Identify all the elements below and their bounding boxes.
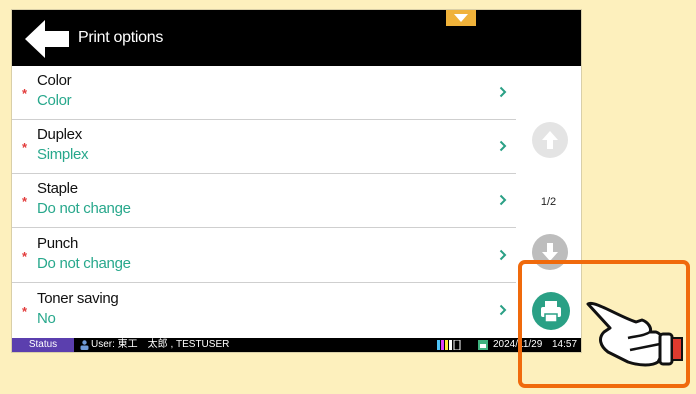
page-title: Print options [78,29,164,46]
menu-tab-button[interactable] [446,10,476,26]
back-arrow-icon [25,20,69,58]
user-info: User: 東工 太郎 , TESTUSER [91,339,230,350]
chevron-right-icon [499,194,507,206]
user-icon [80,340,89,350]
option-value: Do not change [37,255,131,272]
pointing-hand-icon [586,301,683,367]
back-button[interactable] [25,20,71,58]
chevron-right-icon [499,304,507,316]
device-screen: Print options * Color Color * Duplex Sim… [12,10,581,352]
option-row-punch[interactable]: * Punch Do not change [12,229,516,283]
required-mark: * [22,304,28,319]
options-list: * Color Color * Duplex Simplex * Staple … [12,66,516,338]
option-row-color[interactable]: * Color Color [12,66,516,120]
required-mark: * [22,86,28,101]
status-bar: Status User: 東工 太郎 , TESTUSER 2024/11/29… [12,338,581,352]
page-indicator: 1/2 [540,196,557,208]
option-name: Duplex [37,126,82,143]
required-mark: * [22,249,28,264]
option-row-toner-saving[interactable]: * Toner saving No [12,284,516,337]
status-button[interactable]: Status [12,338,74,352]
option-value: Simplex [37,146,89,163]
option-name: Toner saving [37,290,119,307]
chevron-right-icon [499,140,507,152]
arrow-up-icon [542,131,558,149]
option-value: No [37,310,56,327]
toner-level-icon [437,340,461,350]
option-value: Color [37,92,72,109]
chevron-right-icon [499,86,507,98]
option-name: Punch [37,235,79,252]
chevron-right-icon [499,249,507,261]
chevron-down-icon [454,14,468,22]
calendar-icon [478,340,488,350]
required-mark: * [22,140,28,155]
header-bar: Print options [12,10,581,66]
option-row-duplex[interactable]: * Duplex Simplex [12,120,516,174]
option-name: Color [37,72,72,89]
required-mark: * [22,194,28,209]
option-row-staple[interactable]: * Staple Do not change [12,174,516,228]
option-value: Do not change [37,200,131,217]
option-name: Staple [37,180,78,197]
page-up-button[interactable] [532,122,568,158]
